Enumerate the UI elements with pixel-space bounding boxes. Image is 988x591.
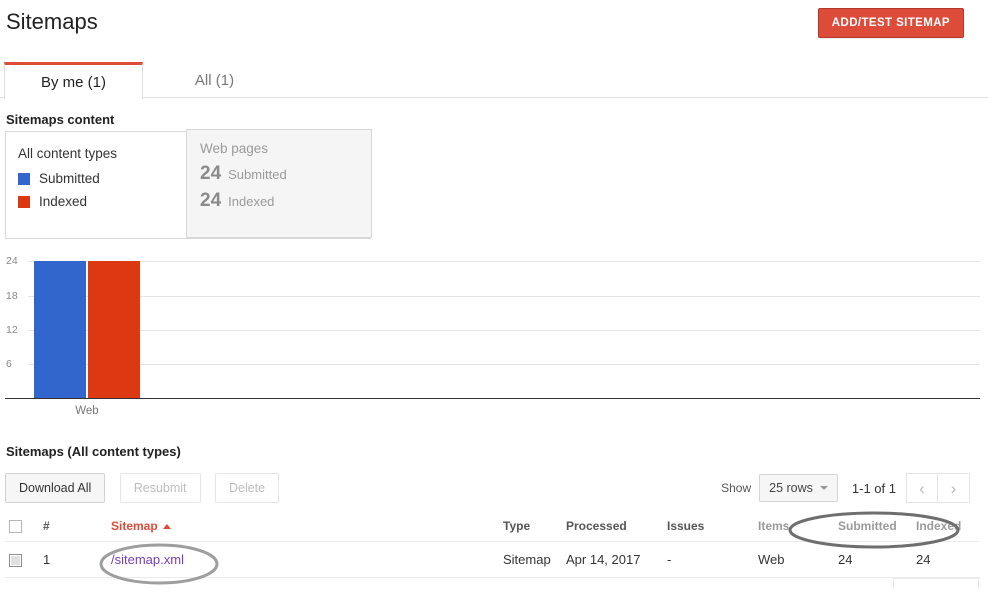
- legend-item-indexed: Indexed: [18, 194, 186, 209]
- sitemaps-table: # Sitemap Type Processed Issues Items Su…: [5, 513, 980, 578]
- chevron-down-icon: [820, 486, 828, 490]
- y-axis-tick-label: 24: [6, 255, 26, 267]
- row-type: Sitemap: [499, 542, 562, 578]
- row-indexed: 24: [912, 542, 980, 578]
- y-axis-tick-label: 6: [6, 358, 26, 370]
- column-header-type[interactable]: Type: [499, 513, 562, 542]
- row-items: Web: [754, 542, 834, 578]
- column-header-num[interactable]: #: [39, 513, 107, 542]
- table-head: # Sitemap Type Processed Issues Items Su…: [5, 513, 980, 542]
- rows-per-page-select[interactable]: 25 rows: [759, 474, 838, 502]
- stat-submitted: 24 Submitted: [200, 163, 371, 185]
- resubmit-button[interactable]: Resubmit: [120, 473, 201, 503]
- previous-page-button[interactable]: ‹: [906, 473, 938, 503]
- row-issues: -: [663, 542, 754, 578]
- web-pages-heading: Web pages: [200, 141, 371, 156]
- row-select-cell: [5, 542, 39, 578]
- row-sitemap-cell: /sitemap.xml: [107, 542, 499, 578]
- x-axis-tick-label: Web: [34, 405, 140, 417]
- bottom-partial-element: [893, 578, 979, 589]
- tab-by-me-label: By me (1): [41, 74, 106, 91]
- table-action-buttons: Download All Resubmit Delete: [5, 473, 289, 503]
- sort-ascending-icon: [163, 524, 171, 529]
- tab-bar: By me (1) All (1): [0, 62, 988, 98]
- chart-plot-area: [28, 250, 980, 398]
- stat-indexed: 24 Indexed: [200, 190, 371, 212]
- legend-item-submitted: Submitted: [18, 171, 186, 186]
- sitemaps-table-title: Sitemaps (All content types): [6, 444, 181, 459]
- show-label: Show: [721, 481, 751, 495]
- column-header-items[interactable]: Items: [754, 513, 834, 542]
- column-header-processed[interactable]: Processed: [562, 513, 663, 542]
- sitemap-link[interactable]: /sitemap.xml: [111, 552, 184, 567]
- sitemaps-content-title: Sitemaps content: [6, 112, 114, 127]
- sitemaps-bar-chart: 6 12 18 24 Web: [0, 250, 988, 420]
- column-header-sitemap-label: Sitemap: [111, 519, 158, 533]
- download-all-button[interactable]: Download All: [5, 473, 105, 503]
- stat-submitted-value: 24: [200, 163, 221, 185]
- table-row: 1 /sitemap.xml Sitemap Apr 14, 2017 - We…: [5, 542, 980, 578]
- tab-all[interactable]: All (1): [143, 62, 286, 98]
- legend-swatch-submitted: [18, 173, 30, 185]
- content-types-heading: All content types: [18, 146, 186, 161]
- column-header-indexed[interactable]: Indexed: [912, 513, 980, 542]
- sitemaps-content-card: All content types Submitted Indexed Web …: [5, 131, 371, 239]
- page-title: Sitemaps: [6, 8, 98, 36]
- tab-by-me[interactable]: By me (1): [4, 62, 143, 99]
- result-range-label: 1-1 of 1: [852, 481, 896, 496]
- legend-label-submitted: Submitted: [39, 171, 100, 186]
- tab-all-label: All (1): [195, 72, 234, 89]
- chevron-left-icon: ‹: [919, 480, 925, 497]
- next-page-button[interactable]: ›: [938, 473, 970, 503]
- select-all-checkbox[interactable]: [9, 520, 22, 533]
- table-pagination: Show 25 rows 1-1 of 1 ‹ ›: [721, 473, 970, 503]
- select-all-header: [5, 513, 39, 542]
- table-header-row: # Sitemap Type Processed Issues Items Su…: [5, 513, 980, 542]
- row-submitted: 24: [834, 542, 912, 578]
- stat-indexed-value: 24: [200, 190, 221, 212]
- stat-indexed-label: Indexed: [228, 194, 274, 209]
- table-body: 1 /sitemap.xml Sitemap Apr 14, 2017 - We…: [5, 542, 980, 578]
- column-header-submitted[interactable]: Submitted: [834, 513, 912, 542]
- legend-label-indexed: Indexed: [39, 194, 87, 209]
- y-axis-tick-label: 12: [6, 324, 26, 336]
- row-num: 1: [39, 542, 107, 578]
- chart-baseline: [5, 398, 980, 399]
- column-header-issues[interactable]: Issues: [663, 513, 754, 542]
- legend-swatch-indexed: [18, 196, 30, 208]
- chart-bar-indexed[interactable]: [88, 261, 140, 398]
- delete-button[interactable]: Delete: [215, 473, 279, 503]
- row-checkbox[interactable]: [9, 554, 22, 567]
- content-types-panel: All content types Submitted Indexed: [6, 132, 186, 238]
- rows-per-page-value: 25 rows: [769, 481, 813, 495]
- stat-submitted-label: Submitted: [228, 167, 287, 182]
- add-test-sitemap-button[interactable]: ADD/TEST SITEMAP: [818, 8, 964, 38]
- sitemaps-page: Sitemaps ADD/TEST SITEMAP By me (1) All …: [0, 0, 988, 591]
- chevron-right-icon: ›: [951, 480, 957, 497]
- column-header-sitemap[interactable]: Sitemap: [107, 513, 499, 542]
- web-pages-panel: Web pages 24 Submitted 24 Indexed: [186, 129, 372, 238]
- row-processed: Apr 14, 2017: [562, 542, 663, 578]
- chart-bar-submitted[interactable]: [34, 261, 86, 398]
- y-axis-tick-label: 18: [6, 290, 26, 302]
